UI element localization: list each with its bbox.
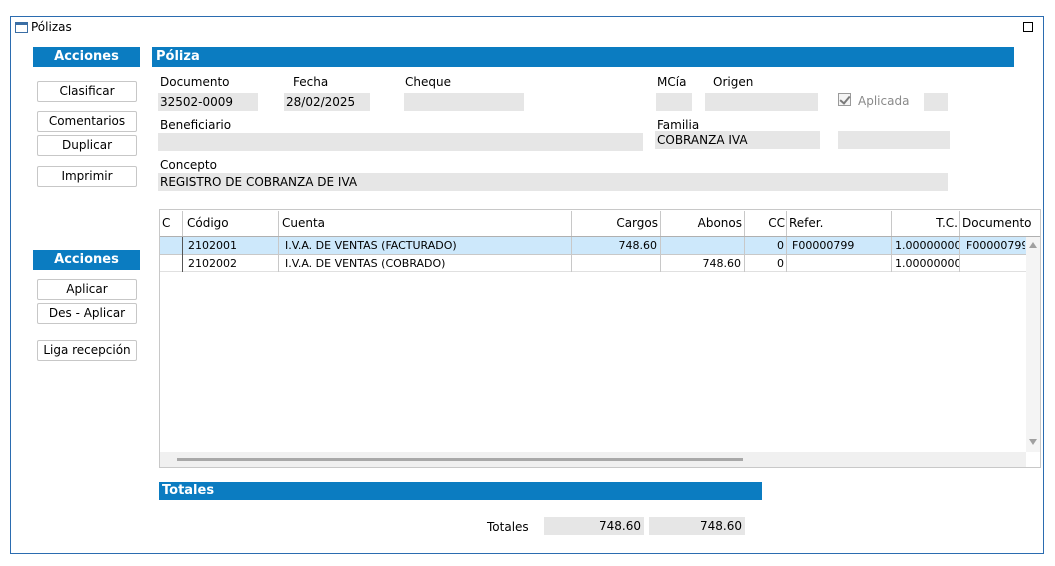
- cell-refer[interactable]: [789, 255, 891, 272]
- column-header-abonos[interactable]: Abonos: [661, 211, 744, 236]
- scroll-up-icon[interactable]: [1029, 242, 1037, 248]
- clasificar-button[interactable]: Clasificar: [37, 81, 137, 102]
- documento-label: Documento: [160, 75, 230, 89]
- mcia-field[interactable]: [656, 93, 692, 111]
- cell-refer[interactable]: F00000799: [789, 237, 891, 254]
- aplicada-extra-field[interactable]: [924, 93, 948, 111]
- row-divider: [160, 271, 1026, 272]
- vertical-scrollbar[interactable]: [1026, 237, 1040, 452]
- duplicar-button[interactable]: Duplicar: [37, 135, 137, 156]
- cell-cuenta[interactable]: I.V.A. DE VENTAS (COBRADO): [282, 255, 570, 272]
- liga-recepcion-button[interactable]: Liga recepción: [37, 340, 137, 361]
- fecha-field[interactable]: 28/02/2025: [284, 93, 370, 111]
- maximize-icon[interactable]: [1023, 22, 1033, 32]
- cell-codigo[interactable]: 2102002: [185, 255, 278, 272]
- cell-cuenta[interactable]: I.V.A. DE VENTAS (FACTURADO): [282, 237, 570, 254]
- horizontal-scroll-thumb[interactable]: [177, 458, 743, 461]
- cheque-field[interactable]: [404, 93, 524, 111]
- column-divider: [786, 211, 787, 236]
- concepto-field[interactable]: REGISTRO DE COBRANZA DE IVA: [158, 173, 948, 191]
- poliza-header: Póliza: [152, 47, 1014, 67]
- column-divider: [959, 237, 960, 272]
- actions-header-1: Acciones: [33, 47, 140, 67]
- fecha-label: Fecha: [293, 75, 329, 89]
- column-divider: [571, 237, 572, 272]
- total-abonos-field: 748.60: [649, 517, 745, 535]
- cell-cargos[interactable]: 748.60: [572, 237, 660, 254]
- column-divider: [660, 211, 661, 236]
- beneficiario-label: Beneficiario: [160, 118, 232, 132]
- column-header-refer[interactable]: Refer.: [787, 211, 891, 236]
- cell-tc[interactable]: 1.00000000: [892, 237, 960, 254]
- origen-label: Origen: [713, 75, 754, 89]
- column-header-documento[interactable]: Documento: [960, 211, 1040, 236]
- cell-codigo[interactable]: 2102001: [185, 237, 278, 254]
- aplicada-checkbox[interactable]: [838, 93, 851, 106]
- column-divider: [786, 237, 787, 272]
- column-divider: [959, 211, 960, 236]
- mcia-label: MCía: [657, 75, 687, 89]
- actions-header-2: Acciones: [33, 250, 140, 270]
- beneficiario-field[interactable]: [158, 133, 643, 151]
- cell-cc[interactable]: 0: [745, 255, 787, 272]
- cell-c: [160, 237, 182, 254]
- column-header-codigo[interactable]: Código: [185, 211, 278, 236]
- concepto-label: Concepto: [160, 158, 217, 172]
- total-cargos-field: 748.60: [544, 517, 644, 535]
- comentarios-button[interactable]: Comentarios: [37, 111, 137, 132]
- imprimir-button[interactable]: Imprimir: [37, 166, 137, 187]
- cell-abonos[interactable]: 748.60: [661, 255, 744, 272]
- column-divider: [891, 237, 892, 272]
- column-divider: [891, 211, 892, 236]
- window-title: Pólizas: [31, 20, 72, 34]
- window-icon: [15, 22, 28, 33]
- column-divider: [660, 237, 661, 272]
- column-header-cargos[interactable]: Cargos: [572, 211, 660, 236]
- column-divider: [278, 237, 279, 272]
- cell-tc[interactable]: 1.00000000: [892, 255, 960, 272]
- row-marker-line: [182, 237, 183, 272]
- column-divider: [744, 237, 745, 272]
- cell-abonos[interactable]: [661, 237, 744, 254]
- familia-extra-field[interactable]: [838, 131, 950, 149]
- aplicada-label: Aplicada: [858, 94, 910, 108]
- column-header-cuenta[interactable]: Cuenta: [280, 211, 570, 236]
- column-divider: [744, 211, 745, 236]
- familia-label: Familia: [657, 118, 700, 132]
- aplicar-button[interactable]: Aplicar: [37, 279, 137, 300]
- column-divider: [571, 211, 572, 236]
- column-header-tc[interactable]: T.C.: [892, 211, 960, 236]
- column-header-c[interactable]: C: [160, 211, 182, 236]
- totales-header: Totales: [159, 482, 762, 500]
- cell-documento[interactable]: [963, 255, 1025, 272]
- column-header-cc[interactable]: CC: [745, 211, 787, 236]
- documento-field[interactable]: 32502-0009: [158, 93, 258, 111]
- des-aplicar-button[interactable]: Des - Aplicar: [37, 303, 137, 324]
- cheque-label: Cheque: [405, 75, 451, 89]
- totales-label: Totales: [487, 520, 529, 534]
- column-divider: [182, 211, 183, 236]
- cell-cargos[interactable]: [572, 255, 660, 272]
- column-divider: [278, 211, 279, 236]
- familia-field[interactable]: COBRANZA IVA: [655, 131, 820, 149]
- origen-field[interactable]: [705, 93, 818, 111]
- cell-documento[interactable]: F00000799: [963, 237, 1025, 254]
- cell-c: [160, 255, 182, 272]
- scroll-down-icon[interactable]: [1029, 439, 1037, 445]
- cell-cc[interactable]: 0: [745, 237, 787, 254]
